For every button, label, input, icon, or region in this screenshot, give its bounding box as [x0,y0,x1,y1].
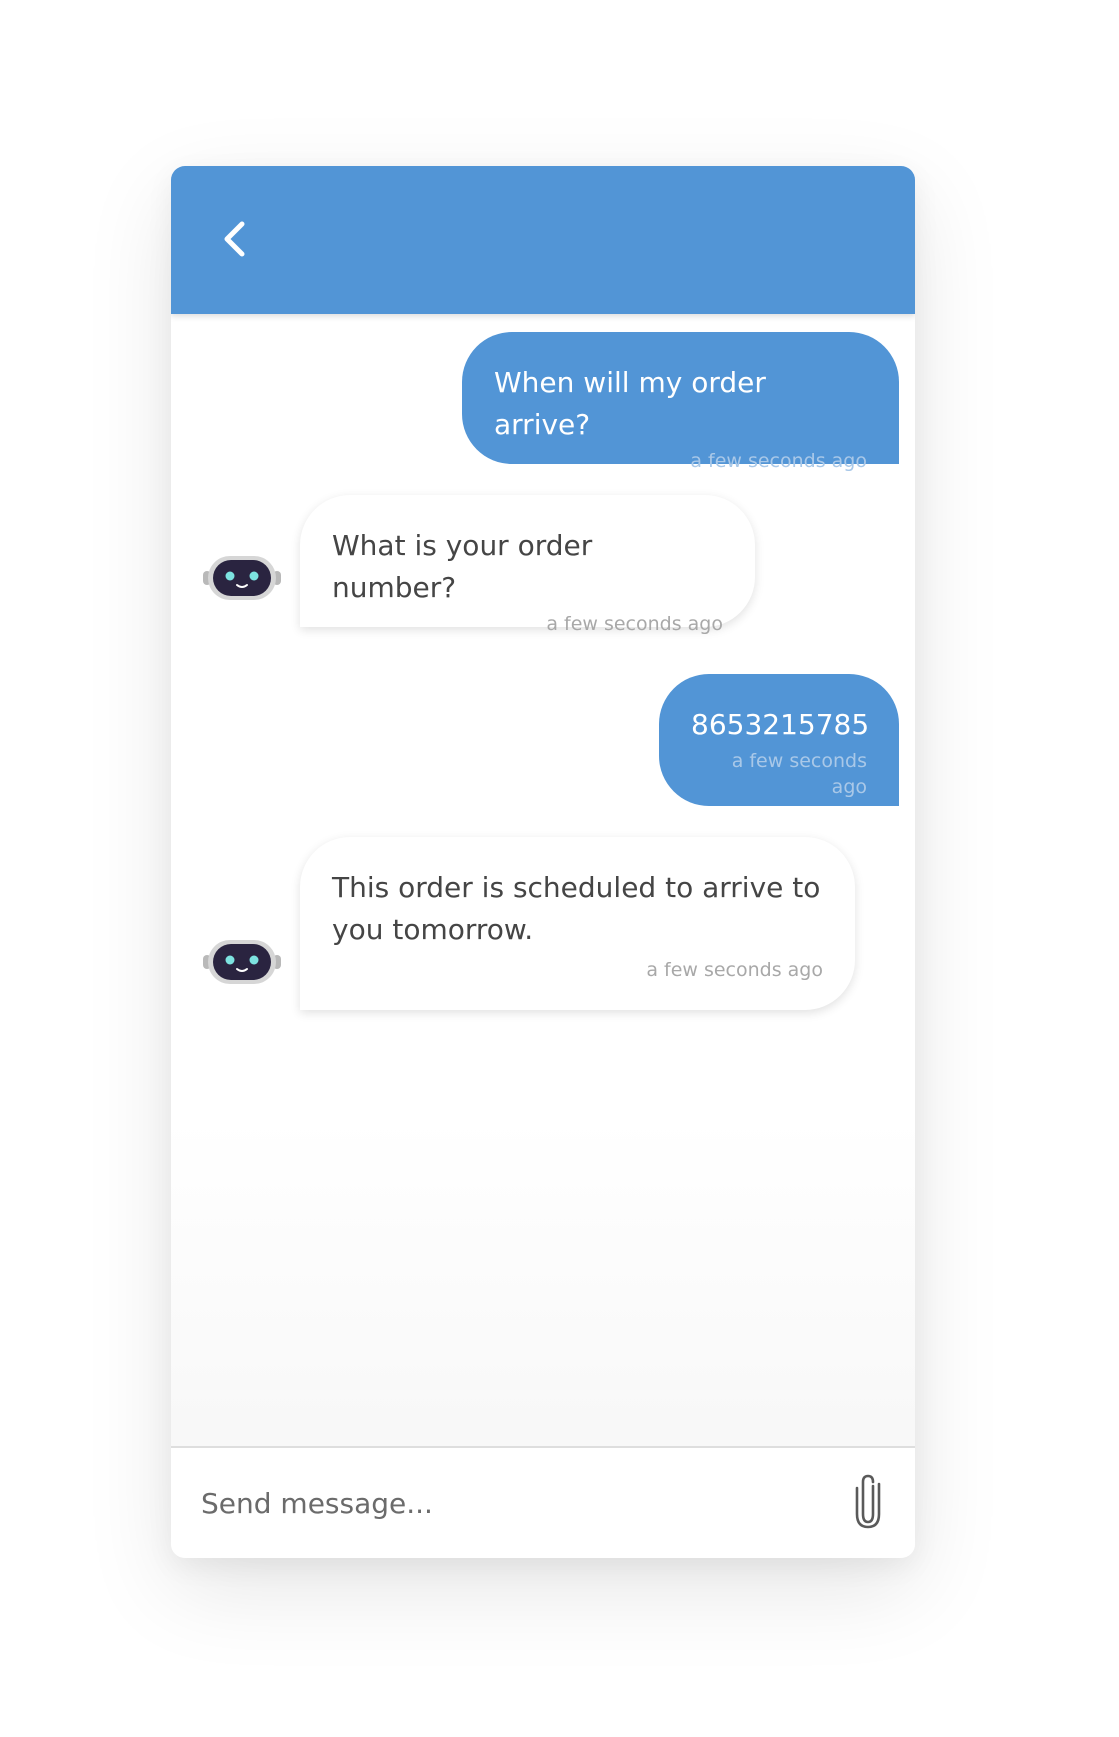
message-timestamp: a few seconds ago [731,750,867,798]
chevron-left-icon [224,221,245,257]
chat-window: When will my order arrive? a few seconds… [171,166,915,1558]
user-message: 8653215785 a few seconds ago [659,674,899,806]
chat-header [171,166,915,314]
user-message: When will my order arrive? a few seconds… [462,332,899,472]
back-button[interactable] [211,214,261,264]
message-timestamp: a few seconds ago [546,613,723,635]
message-text: When will my order arrive? [494,366,775,441]
message-text: 8653215785 [691,708,870,741]
message-composer [171,1446,915,1558]
message-timestamp: a few seconds ago [646,959,823,981]
attach-button[interactable] [851,1472,885,1530]
paperclip-icon [855,1474,881,1529]
message-text: This order is scheduled to arrive to you… [332,871,821,946]
robot-avatar-icon [203,554,281,602]
message-timestamp: a few seconds ago [690,450,867,472]
message-input[interactable] [201,1476,821,1530]
bot-message: What is your order number? a few seconds… [300,495,755,635]
bot-message: This order is scheduled to arrive to you… [300,837,855,1010]
message-text: What is your order number? [332,529,602,604]
robot-avatar-icon [203,938,281,986]
message-list[interactable]: When will my order arrive? a few seconds… [171,314,915,1558]
